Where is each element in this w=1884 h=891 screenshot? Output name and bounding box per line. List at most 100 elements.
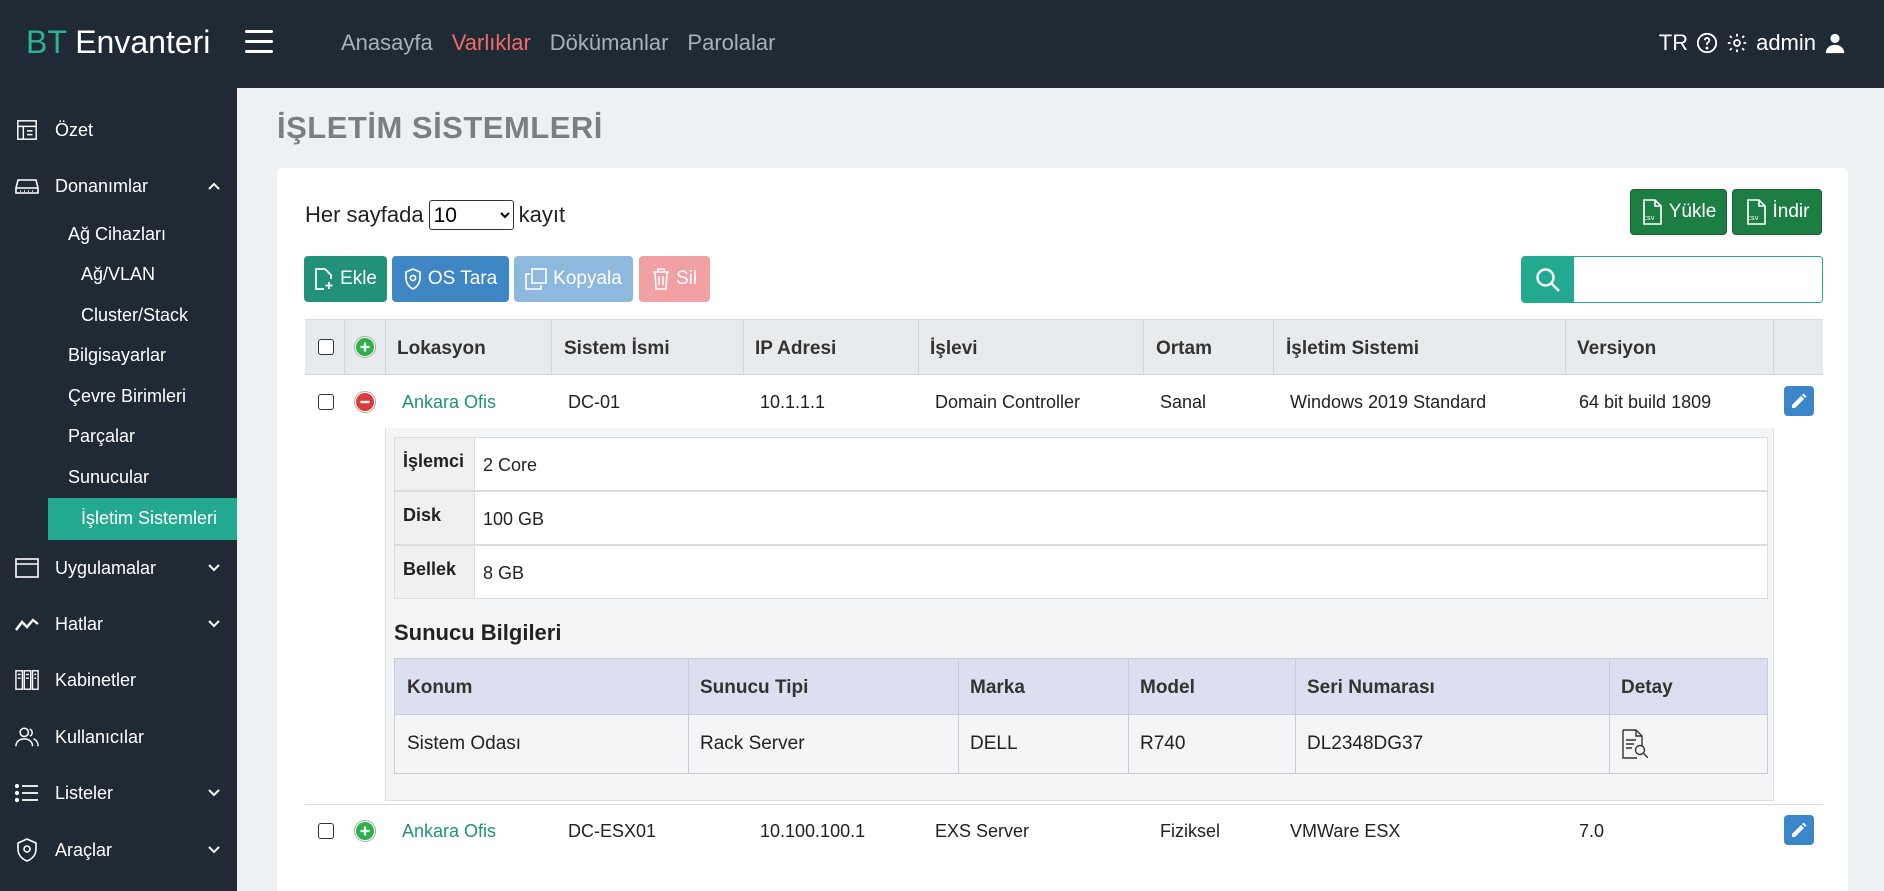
header-isletim-sistemi[interactable]: İşletim Sistemi (1286, 338, 1419, 360)
minus-circle-icon (356, 393, 374, 411)
nav-parolalar[interactable]: Parolalar (687, 30, 775, 56)
csv-file-icon: csv (1747, 199, 1766, 225)
table-header: Lokasyon Sistem İsmi IP Adresi İşlevi Or… (305, 319, 1823, 375)
brand-name: Envanteri (66, 24, 211, 60)
cell-os: VMWare ESX (1290, 821, 1401, 841)
pencil-icon (1792, 822, 1807, 837)
cell-location-link[interactable]: Ankara Ofis (402, 821, 496, 842)
cell-env: Sanal (1160, 392, 1207, 412)
copy-label: Kopyala (553, 268, 622, 289)
collapse-row-button[interactable] (354, 391, 376, 413)
help-icon[interactable] (1696, 32, 1718, 54)
column-divider (1773, 320, 1774, 374)
line-chart-icon (15, 612, 39, 636)
cell-name: DC-ESX01 (568, 821, 657, 841)
copy-icon (525, 268, 547, 290)
edit-button[interactable] (1784, 386, 1814, 416)
chevron-down-icon (208, 620, 220, 628)
page-size-select[interactable]: 10 (428, 200, 514, 230)
header-ip-adresi[interactable]: IP Adresi (755, 338, 836, 360)
edit-button[interactable] (1784, 815, 1814, 845)
delete-button[interactable]: Sil (639, 256, 710, 302)
download-label: İndir (1772, 201, 1810, 222)
spec-row: Bellek 8 GB (394, 545, 1768, 599)
csv-upload-button[interactable]: csv Yükle (1630, 189, 1727, 235)
sidebar-sub-cevre-birimleri[interactable]: Çevre Birimleri (68, 386, 186, 407)
top-nav: Anasayfa Varlıklar Dökümanlar Parolalar (341, 30, 775, 56)
nav-varliklar[interactable]: Varlıklar (452, 30, 531, 56)
server-cell-location: Sistem Odası (407, 733, 522, 754)
expand-row-button[interactable] (354, 820, 376, 842)
sidebar-sub-ag-vlan[interactable]: Ağ/VLAN (81, 264, 155, 285)
shield-scan-icon (405, 268, 421, 290)
row-checkbox[interactable] (318, 823, 334, 839)
header-ortam[interactable]: Ortam (1156, 338, 1212, 360)
server-table-header (395, 659, 1767, 715)
chevron-up-icon (208, 182, 220, 190)
select-all-checkbox[interactable] (318, 339, 334, 355)
user-icon[interactable] (1824, 32, 1846, 54)
users-icon (15, 725, 39, 749)
copy-button[interactable]: Kopyala (514, 256, 633, 302)
header-islevi[interactable]: İşlevi (930, 338, 978, 360)
sidebar-label: Donanımlar (55, 175, 149, 196)
sidebar-sub-sunucular[interactable]: Sunucular (68, 467, 149, 488)
sidebar-item-kullanicilar[interactable]: Kullanıcılar (0, 725, 237, 749)
server-header-konum: Konum (407, 677, 473, 698)
sidebar-item-uygulamalar[interactable]: Uygulamalar (0, 556, 237, 580)
header-versiyon[interactable]: Versiyon (1577, 338, 1656, 360)
cell-env: Fiziksel (1160, 821, 1221, 841)
header-lokasyon[interactable]: Lokasyon (397, 338, 486, 360)
nav-anasayfa[interactable]: Anasayfa (341, 30, 433, 56)
page-size-control: Her sayfada 10 kayıt (305, 200, 565, 230)
search-input[interactable] (1574, 257, 1822, 302)
page-title: İŞLETİM SİSTEMLERİ (277, 110, 603, 145)
plus-circle-icon (356, 822, 374, 840)
user-name[interactable]: admin (1756, 30, 1816, 56)
brand-logo[interactable]: BT Envanteri (26, 24, 210, 61)
column-divider (1609, 659, 1610, 773)
sidebar-sub-bilgisayarlar[interactable]: Bilgisayarlar (68, 345, 166, 366)
server-cell-model: R740 (1140, 733, 1186, 754)
sidebar-item-kabinetler[interactable]: Kabinetler (0, 668, 237, 692)
sidebar-sub-ag-cihazlari[interactable]: Ağ Cihazları (68, 224, 166, 245)
sidebar-label: Kullanıcılar (55, 726, 145, 747)
sidebar-sub-parcalar[interactable]: Parçalar (68, 426, 135, 447)
row-checkbox[interactable] (318, 394, 334, 410)
header-sistem-ismi[interactable]: Sistem İsmi (564, 338, 670, 360)
search-button[interactable] (1522, 257, 1574, 302)
detail-view-icon[interactable] (1621, 729, 1649, 764)
server-cell-serial: DL2348DG37 (1307, 733, 1424, 754)
sidebar-item-hatlar[interactable]: Hatlar (0, 612, 237, 636)
sidebar-sub-cluster-stack[interactable]: Cluster/Stack (81, 305, 188, 326)
column-divider (1565, 320, 1566, 374)
csv-download-button[interactable]: csv İndir (1732, 189, 1822, 235)
column-divider (1143, 320, 1144, 374)
shield-gear-icon (15, 838, 39, 862)
expand-all-button[interactable] (354, 336, 376, 358)
nav-dokumanlar[interactable]: Dökümanlar (550, 30, 669, 56)
settings-gear-icon[interactable] (1726, 32, 1748, 54)
chevron-down-icon (208, 846, 220, 854)
sidebar-label: Araçlar (55, 839, 113, 860)
language-switch[interactable]: TR (1659, 30, 1688, 56)
sidebar-item-donanimlar[interactable]: Donanımlar (0, 174, 237, 198)
sidebar: Özet Donanımlar Ağ Cihazları Ağ/VLAN Clu… (0, 88, 237, 891)
column-divider (1128, 659, 1129, 773)
cell-location-link[interactable]: Ankara Ofis (402, 392, 496, 413)
csv-file-icon: csv (1643, 199, 1662, 225)
sidebar-sub-isletim-sistemleri[interactable]: İşletim Sistemleri (81, 508, 217, 529)
sidebar-item-araclar[interactable]: Araçlar (0, 838, 237, 862)
menu-toggle-icon[interactable] (245, 30, 273, 54)
server-cell-type: Rack Server (700, 733, 805, 754)
column-divider (688, 659, 689, 773)
server-header-tip: Sunucu Tipi (700, 677, 809, 698)
sidebar-item-listeler[interactable]: Listeler (0, 781, 237, 805)
os-scan-button[interactable]: OS Tara (392, 256, 509, 302)
spec-value: 8 GB (483, 563, 525, 583)
spec-row: Disk 100 GB (394, 491, 1768, 545)
table-row: Ankara Ofis DC-01 10.1.1.1 Domain Contro… (305, 376, 1823, 428)
add-button[interactable]: Ekle (304, 256, 387, 302)
column-divider (918, 320, 919, 374)
sidebar-item-ozet[interactable]: Özet (0, 118, 237, 142)
